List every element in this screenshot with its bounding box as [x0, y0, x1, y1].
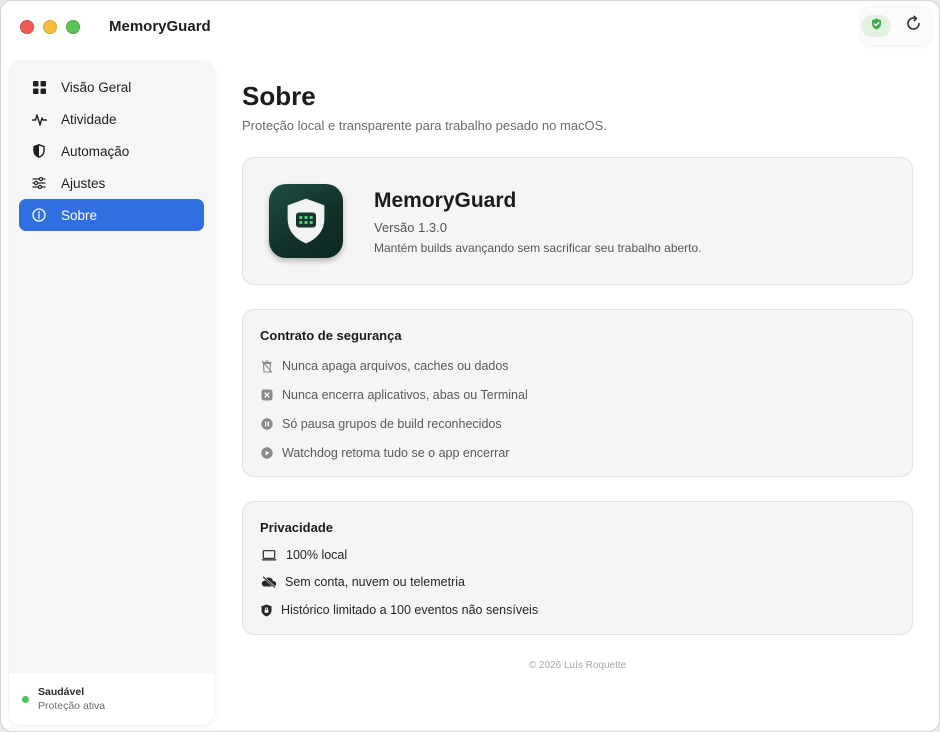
about-description: Mantém builds avançando sem sacrificar s… — [374, 241, 702, 255]
sliders-icon — [31, 175, 47, 191]
list-item: 100% local — [260, 546, 347, 564]
trash-slash-icon — [260, 359, 274, 373]
play-circle-icon — [260, 446, 274, 460]
sidebar-item-label: Sobre — [61, 207, 98, 223]
sidebar: Visão Geral Atividade Automação Ajustes … — [9, 61, 214, 725]
list-item-text: Só pausa grupos de build reconhecidos — [282, 417, 502, 431]
card-title: Contrato de segurança — [260, 328, 402, 343]
status-subtitle: Proteção ativa — [38, 700, 106, 712]
status-indicator-dot — [22, 696, 29, 703]
list-item-text: 100% local — [286, 548, 348, 562]
toolbar-controls — [861, 7, 931, 45]
about-app-name: MemoryGuard — [374, 189, 517, 212]
app-title: MemoryGuard — [109, 18, 211, 35]
list-item-text: Sem conta, nuvem ou telemetria — [285, 575, 465, 589]
sidebar-item-visao-geral[interactable]: Visão Geral — [19, 71, 204, 103]
x-square-icon — [260, 388, 274, 402]
sidebar-item-label: Visão Geral — [61, 79, 132, 95]
refresh-button[interactable] — [903, 15, 923, 37]
app-shield-chip-icon — [269, 184, 343, 258]
sidebar-item-label: Automação — [61, 143, 130, 159]
close-window-button[interactable] — [20, 20, 34, 34]
list-item-text: Nunca encerra aplicativos, abas ou Termi… — [282, 388, 528, 402]
sidebar-item-atividade[interactable]: Atividade — [19, 103, 204, 135]
info-icon — [31, 207, 47, 223]
footer-copyright: © 2026 Luís Roquette — [528, 660, 627, 671]
list-item-text: Nunca apaga arquivos, caches ou dados — [282, 359, 509, 373]
privacy-card: Privacidade 100% local Sem conta, nuvem … — [242, 501, 913, 635]
cloud-slash-icon — [260, 575, 277, 589]
about-version: Versão 1.3.0 — [374, 220, 447, 235]
maximize-window-button[interactable] — [66, 20, 80, 34]
about-card: MemoryGuard Versão 1.3.0 Mantém builds a… — [242, 157, 913, 285]
list-item: Sem conta, nuvem ou telemetria — [260, 573, 465, 591]
card-title: Privacidade — [260, 520, 333, 535]
list-item: Nunca apaga arquivos, caches ou dados — [260, 357, 509, 375]
health-status: Saudável Proteção ativa — [9, 673, 214, 725]
page-subtitle: Proteção local e transparente para traba… — [242, 118, 607, 133]
title-bar: MemoryGuard — [1, 1, 939, 55]
security-contract-card: Contrato de segurança Nunca apaga arquiv… — [242, 309, 913, 477]
pulse-icon — [31, 111, 47, 127]
pause-circle-icon — [260, 417, 274, 431]
sidebar-item-sobre[interactable]: Sobre — [19, 199, 204, 231]
app-window: MemoryGuard Visão Geral Atividade Automa… — [0, 0, 940, 732]
protection-status-button[interactable] — [861, 15, 891, 37]
list-item: Histórico limitado a 100 eventos não sen… — [260, 601, 538, 619]
sidebar-item-ajustes[interactable]: Ajustes — [19, 167, 204, 199]
refresh-icon — [905, 15, 922, 37]
lock-shield-icon — [260, 603, 273, 617]
status-title: Saudável — [38, 686, 85, 698]
page-title: Sobre — [242, 81, 316, 111]
minimize-window-button[interactable] — [43, 20, 57, 34]
list-item: Watchdog retoma tudo se o app encerrar — [260, 444, 509, 462]
list-item-text: Histórico limitado a 100 eventos não sen… — [281, 603, 539, 617]
sidebar-item-automacao[interactable]: Automação — [19, 135, 204, 167]
shield-check-icon — [871, 17, 882, 35]
sidebar-item-label: Ajustes — [61, 175, 106, 191]
list-item-text: Watchdog retoma tudo se o app encerrar — [282, 446, 510, 460]
sidebar-item-label: Atividade — [61, 111, 117, 127]
list-item: Nunca encerra aplicativos, abas ou Termi… — [260, 386, 528, 404]
list-item: Só pausa grupos de build reconhecidos — [260, 415, 502, 433]
grid-icon — [31, 79, 47, 95]
half-shield-icon — [31, 143, 47, 159]
laptop-icon — [260, 548, 278, 562]
